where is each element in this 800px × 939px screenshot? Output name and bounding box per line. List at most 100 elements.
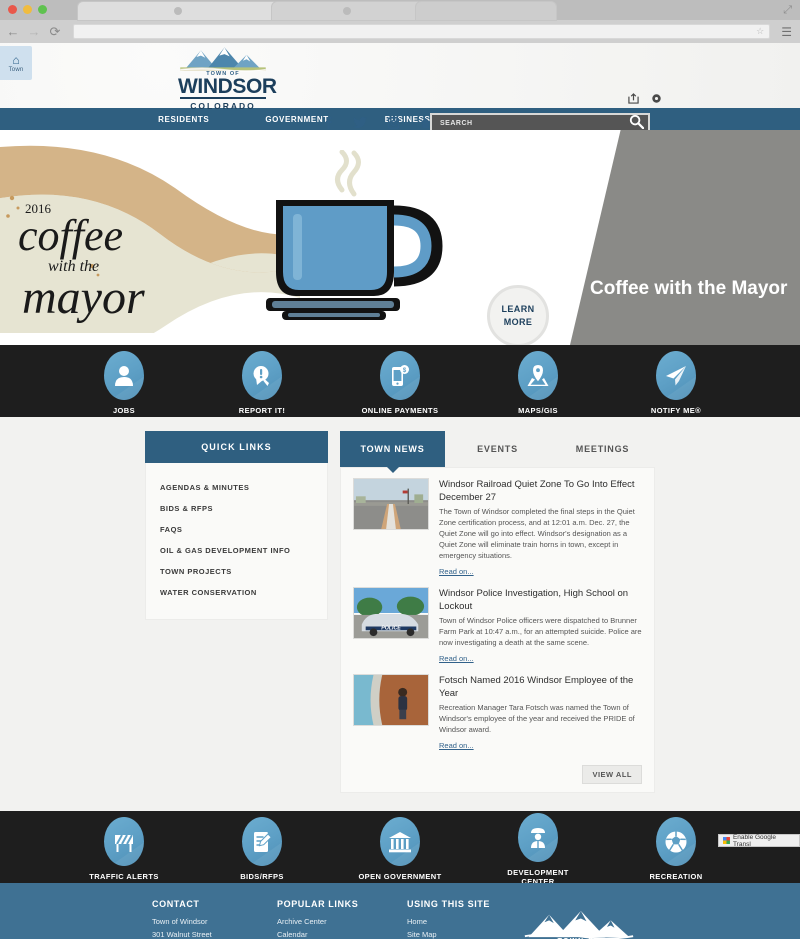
news-tabs[interactable]: TOWN NEWS EVENTS MEETINGS — [340, 431, 655, 467]
hero-carousel: 2016 coffee with the mayor LEARN MORE Co… — [0, 130, 800, 345]
news-text: Windsor Railroad Quiet Zone To Go Into E… — [439, 478, 642, 579]
social-links[interactable] — [325, 116, 431, 129]
news-read-on-link[interactable]: Read on... — [439, 567, 474, 576]
window-controls[interactable] — [8, 5, 47, 14]
browser-tabs[interactable] — [78, 2, 556, 20]
footer-using-title: USING THIS SITE — [407, 899, 491, 909]
icon-label: JOBS — [112, 406, 136, 415]
quick-action-development-center[interactable]: DEVELOPMENT CENTER — [493, 812, 583, 886]
browser-chrome: ⤢ ← → ⟳ ☆ ☰ — [0, 0, 800, 43]
search-input[interactable]: SEARCH — [440, 120, 629, 127]
quick-link-bids-rfps[interactable]: BIDS & RFPS — [160, 498, 313, 519]
view-all-row: VIEW ALL — [353, 761, 642, 784]
news-summary: Town of Windsor Police officers were dis… — [439, 616, 642, 647]
twitter-icon[interactable] — [353, 116, 367, 129]
browser-menu-icon[interactable]: ☰ — [781, 25, 794, 39]
document-pencil-icon — [242, 817, 282, 866]
bank-building-icon — [380, 817, 420, 866]
share-icon[interactable] — [628, 93, 639, 107]
quick-action-traffic-alerts[interactable]: TRAFFIC ALERTS — [79, 817, 169, 881]
icon-label: TRAFFIC ALERTS — [89, 872, 159, 881]
address-bar[interactable]: ☆ — [73, 24, 771, 39]
coffee-cup-illustration — [266, 150, 443, 320]
footer-link-calendar[interactable]: Calendar — [277, 929, 407, 939]
back-icon[interactable]: ← — [6, 25, 20, 38]
quick-action-icons-bottom: TRAFFIC ALERTS BIDS/RFPS OPEN GOVERNMENT… — [0, 811, 800, 886]
learn-more-button[interactable]: LEARN MORE — [487, 285, 549, 345]
quick-action-bids-rfps[interactable]: BIDS/RFPS — [217, 817, 307, 881]
minimize-window-button[interactable] — [23, 5, 32, 14]
footer-contact-line: 301 Walnut Street — [152, 929, 212, 939]
quick-link-agendas-minutes[interactable]: AGENDAS & MINUTES — [160, 477, 313, 498]
tab-town-news[interactable]: TOWN NEWS — [340, 431, 445, 467]
footer-popular-links-column: POPULAR LINKS Archive Center Calendar FA… — [277, 899, 407, 939]
svg-text:POLICE: POLICE — [381, 626, 401, 632]
quick-action-maps-gis[interactable]: MAPS/GIS — [493, 351, 583, 415]
translate-label: Enable Google Transl — [732, 833, 776, 848]
quick-action-report-it[interactable]: REPORT IT! — [217, 351, 307, 415]
quick-action-open-government[interactable]: OPEN GOVERNMENT — [355, 817, 445, 881]
tab-events[interactable]: EVENTS — [445, 431, 550, 467]
footer-link-archive-center[interactable]: Archive Center — [277, 916, 407, 929]
news-headline[interactable]: Windsor Police Investigation, High Schoo… — [439, 587, 642, 613]
tab-favicon-icon — [343, 7, 351, 15]
news-thumbnail-railroad[interactable] — [353, 478, 429, 530]
view-all-button[interactable]: VIEW ALL — [582, 765, 642, 784]
construction-worker-icon — [518, 812, 558, 862]
footer-logo[interactable]: TOWN OF WINDSOR COLORADO — [523, 909, 635, 939]
tab-meetings[interactable]: MEETINGS — [550, 431, 655, 467]
footer-contact-column: CONTACT Town of Windsor 301 Walnut Stree… — [152, 899, 277, 939]
site-header: ⌂ Town TOWN OF WINDSOR COLORADO SEARCH — [0, 43, 800, 133]
nav-item-residents[interactable]: RESIDENTS — [130, 115, 237, 124]
browser-tab[interactable] — [416, 2, 556, 20]
news-headline[interactable]: Fotsch Named 2016 Windsor Employee of th… — [439, 674, 642, 700]
icon-label: BIDS/RFPS — [240, 872, 284, 881]
quick-links-title: QUICK LINKS — [145, 431, 328, 463]
news-text: Windsor Police Investigation, High Schoo… — [439, 587, 642, 666]
news-read-on-link[interactable]: Read on... — [439, 741, 474, 750]
quick-action-notify-me[interactable]: NOTIFY ME® — [631, 351, 721, 415]
mountain-logo-icon — [524, 911, 634, 939]
icon-label: RECREATION — [649, 872, 703, 881]
header-tools[interactable] — [628, 93, 662, 107]
expand-icon[interactable]: ⤢ — [783, 4, 792, 17]
enable-google-translate-chip-top[interactable]: Enable Google Transl — [718, 833, 800, 848]
quick-link-faqs[interactable]: FAQS — [160, 519, 313, 540]
home-icon: ⌂ — [12, 52, 20, 67]
soccer-ball-icon — [656, 817, 696, 866]
gear-icon[interactable] — [651, 93, 662, 107]
bookmark-star-icon[interactable]: ☆ — [756, 26, 764, 37]
quick-link-town-projects[interactable]: TOWN PROJECTS — [160, 561, 313, 582]
browser-tab[interactable] — [78, 2, 278, 20]
forward-icon[interactable]: → — [27, 25, 41, 38]
quick-action-jobs[interactable]: JOBS — [79, 351, 169, 415]
quick-link-oil-gas[interactable]: OIL & GAS DEVELOPMENT INFO — [160, 540, 313, 561]
browser-tab[interactable] — [272, 2, 422, 20]
quick-action-recreation[interactable]: RECREATION — [631, 817, 721, 881]
news-thumbnail-police[interactable]: POLICE — [353, 587, 429, 639]
site-logo[interactable]: TOWN OF WINDSOR COLORADO — [178, 46, 277, 111]
google-translate-icon — [723, 837, 730, 844]
map-pin-icon — [518, 351, 558, 400]
maximize-window-button[interactable] — [38, 5, 47, 14]
instagram-icon[interactable] — [388, 116, 399, 129]
news-item: POLICE Windsor Police Investigation, Hig… — [353, 587, 642, 666]
close-window-button[interactable] — [8, 5, 17, 14]
speech-bubble-exclaim-icon — [242, 351, 282, 400]
footer-contact-title: CONTACT — [152, 899, 200, 909]
tab-favicon-icon — [174, 7, 182, 15]
news-headline[interactable]: Windsor Railroad Quiet Zone To Go Into E… — [439, 478, 642, 504]
town-side-tab[interactable]: ⌂ Town — [0, 46, 32, 80]
facebook-icon[interactable] — [325, 116, 332, 129]
quick-action-online-payments[interactable]: $ ONLINE PAYMENTS — [355, 351, 445, 415]
logo-windsor-text: WINDSOR — [178, 75, 277, 98]
news-thumbnail-employee[interactable] — [353, 674, 429, 726]
quick-link-water-conservation[interactable]: WATER CONSERVATION — [160, 582, 313, 603]
reload-icon[interactable]: ⟳ — [48, 25, 62, 38]
road-barrier-icon — [104, 817, 144, 866]
browser-navbar: ← → ⟳ ☆ ☰ — [0, 20, 800, 43]
news-read-on-link[interactable]: Read on... — [439, 654, 474, 663]
quick-links-panel: QUICK LINKS AGENDAS & MINUTES BIDS & RFP… — [145, 431, 328, 793]
news-list: Windsor Railroad Quiet Zone To Go Into E… — [340, 467, 655, 793]
news-summary: The Town of Windsor completed the final … — [439, 507, 635, 560]
